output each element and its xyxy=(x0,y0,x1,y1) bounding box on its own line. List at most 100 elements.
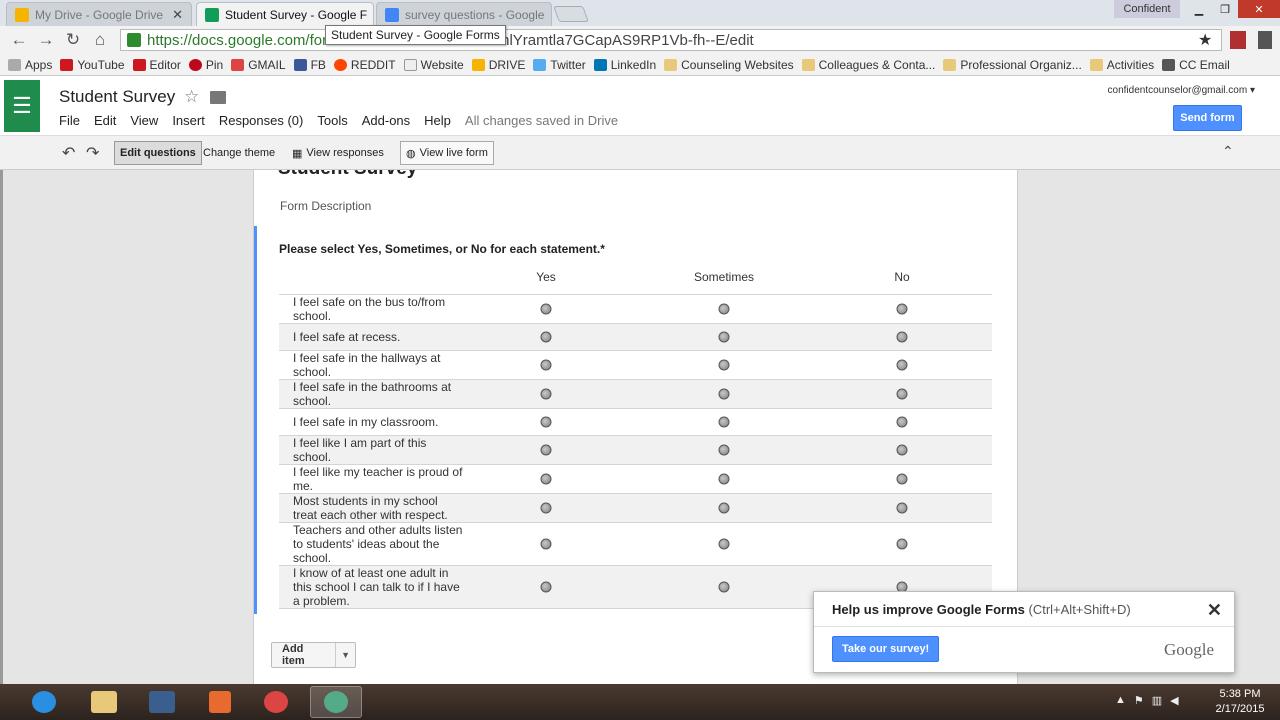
view-live-form-button[interactable]: ◍ View live form xyxy=(400,141,494,165)
form-title[interactable]: Student Survey xyxy=(278,170,417,180)
bookmark-editor[interactable]: Editor xyxy=(132,58,181,72)
chevron-up-icon[interactable]: ▲ xyxy=(1115,694,1126,707)
bookmark-gmail[interactable]: GMAIL xyxy=(231,58,286,72)
apps-grid-icon[interactable] xyxy=(194,686,246,718)
chrome-icon[interactable] xyxy=(250,686,302,718)
forward-icon[interactable]: → xyxy=(35,30,57,50)
change-theme-button[interactable]: Change theme xyxy=(198,141,280,165)
menu-tools[interactable]: Tools xyxy=(317,113,347,128)
radio-yes[interactable] xyxy=(540,303,552,315)
close-icon[interactable]: ✕ xyxy=(172,7,183,23)
folder-icon[interactable] xyxy=(210,91,226,104)
restore-icon[interactable]: ❐ xyxy=(1212,0,1238,18)
radio-no[interactable] xyxy=(896,388,908,400)
new-tab-button[interactable] xyxy=(553,6,589,22)
extension-icon[interactable] xyxy=(1230,31,1246,49)
radio-no[interactable] xyxy=(896,359,908,371)
reload-icon[interactable]: ↻ xyxy=(62,30,84,50)
radio-yes[interactable] xyxy=(540,473,552,485)
bookmark-folder-colleagues[interactable]: Colleagues & Conta... xyxy=(801,58,935,72)
bookmark-website[interactable]: Website xyxy=(403,58,464,72)
radio-sometimes[interactable] xyxy=(718,538,730,550)
back-icon[interactable]: ← xyxy=(8,30,30,50)
menu-view[interactable]: View xyxy=(130,113,158,128)
radio-no[interactable] xyxy=(896,303,908,315)
radio-no[interactable] xyxy=(896,416,908,428)
tab-student-survey[interactable]: Student Survey - Google F ✕ xyxy=(196,2,374,26)
bookmark-twitter[interactable]: Twitter xyxy=(533,58,586,72)
close-icon[interactable]: ✕ xyxy=(373,7,374,23)
radio-yes[interactable] xyxy=(540,359,552,371)
star-icon[interactable]: ☆ xyxy=(184,87,199,107)
forms-logo[interactable]: ☰ xyxy=(4,80,40,132)
flag-icon[interactable]: ⚑ xyxy=(1134,694,1144,707)
close-icon[interactable]: ✕ xyxy=(1207,600,1222,621)
bookmark-pin[interactable]: Pin xyxy=(188,58,223,72)
menu-addons[interactable]: Add-ons xyxy=(362,113,410,128)
menu-icon[interactable] xyxy=(1258,31,1272,49)
remote-desktop-icon[interactable] xyxy=(136,686,188,718)
chevron-down-icon[interactable]: ▼ xyxy=(336,650,355,660)
send-form-button[interactable]: Send form xyxy=(1173,105,1242,131)
document-title[interactable]: Student Survey xyxy=(59,87,175,107)
radio-sometimes[interactable] xyxy=(718,581,730,593)
view-responses-button[interactable]: ▦ View responses xyxy=(287,141,389,165)
radio-yes[interactable] xyxy=(540,416,552,428)
close-icon[interactable]: ✕ xyxy=(550,7,551,23)
internet-explorer-icon[interactable] xyxy=(18,686,70,718)
radio-sometimes[interactable] xyxy=(718,388,730,400)
menu-file[interactable]: File xyxy=(59,113,80,128)
address-bar[interactable]: https://docs.google.com/for hlYramtla7GC… xyxy=(120,29,1222,51)
tab-survey-questions[interactable]: survey questions - Google ✕ xyxy=(376,2,552,26)
menu-help[interactable]: Help xyxy=(424,113,451,128)
radio-sometimes[interactable] xyxy=(718,502,730,514)
volume-icon[interactable]: ◀ xyxy=(1170,694,1178,707)
radio-no[interactable] xyxy=(896,331,908,343)
taskbar-clock[interactable]: 5:38 PM 2/17/2015 xyxy=(1204,687,1276,717)
radio-yes[interactable] xyxy=(540,538,552,550)
bookmark-reddit[interactable]: REDDIT xyxy=(333,58,396,72)
radio-no[interactable] xyxy=(896,473,908,485)
form-description[interactable]: Form Description xyxy=(280,199,371,213)
radio-no[interactable] xyxy=(896,538,908,550)
bookmark-apps[interactable]: Apps xyxy=(8,58,52,72)
edit-questions-button[interactable]: Edit questions xyxy=(114,141,202,165)
undo-icon[interactable]: ↶ xyxy=(62,143,75,163)
collapse-icon[interactable]: ⌃ xyxy=(1222,143,1234,160)
radio-yes[interactable] xyxy=(540,444,552,456)
bookmark-youtube[interactable]: YouTube xyxy=(60,58,125,72)
radio-sometimes[interactable] xyxy=(718,331,730,343)
profile-button[interactable]: Confident xyxy=(1114,0,1180,18)
bookmark-cc-email[interactable]: CC Email xyxy=(1162,58,1230,72)
radio-sometimes[interactable] xyxy=(718,473,730,485)
chrome-profile-icon[interactable] xyxy=(310,686,362,718)
redo-icon[interactable]: ↷ xyxy=(86,143,99,163)
radio-yes[interactable] xyxy=(540,502,552,514)
radio-sometimes[interactable] xyxy=(718,444,730,456)
grid-question-title[interactable]: Please select Yes, Sometimes, or No for … xyxy=(279,242,605,256)
radio-yes[interactable] xyxy=(540,581,552,593)
radio-no[interactable] xyxy=(896,444,908,456)
radio-sometimes[interactable] xyxy=(718,303,730,315)
radio-sometimes[interactable] xyxy=(718,359,730,371)
tab-my-drive[interactable]: My Drive - Google Drive ✕ xyxy=(6,2,192,26)
bookmark-folder-counseling[interactable]: Counseling Websites xyxy=(664,58,794,72)
file-explorer-icon[interactable] xyxy=(78,686,130,718)
window-close-icon[interactable]: ✕ xyxy=(1238,0,1280,18)
bookmark-folder-activities[interactable]: Activities xyxy=(1089,58,1154,72)
home-icon[interactable]: ⌂ xyxy=(89,30,111,50)
bookmark-linkedin[interactable]: LinkedIn xyxy=(593,58,656,72)
account-menu[interactable]: confidentcounselor@gmail.com ▾ xyxy=(1108,85,1255,96)
radio-yes[interactable] xyxy=(540,331,552,343)
minimize-icon[interactable]: ▁ xyxy=(1186,0,1212,18)
network-icon[interactable]: ▥ xyxy=(1152,694,1162,707)
bookmark-fb[interactable]: FB xyxy=(293,58,326,72)
add-item-button[interactable]: Add item ▼ xyxy=(271,642,356,668)
menu-insert[interactable]: Insert xyxy=(172,113,205,128)
radio-yes[interactable] xyxy=(540,388,552,400)
bookmark-drive[interactable]: DRIVE xyxy=(471,58,525,72)
menu-edit[interactable]: Edit xyxy=(94,113,116,128)
bookmark-folder-professional[interactable]: Professional Organiz... xyxy=(943,58,1082,72)
bookmark-star-icon[interactable]: ★ xyxy=(1198,30,1212,50)
radio-no[interactable] xyxy=(896,502,908,514)
